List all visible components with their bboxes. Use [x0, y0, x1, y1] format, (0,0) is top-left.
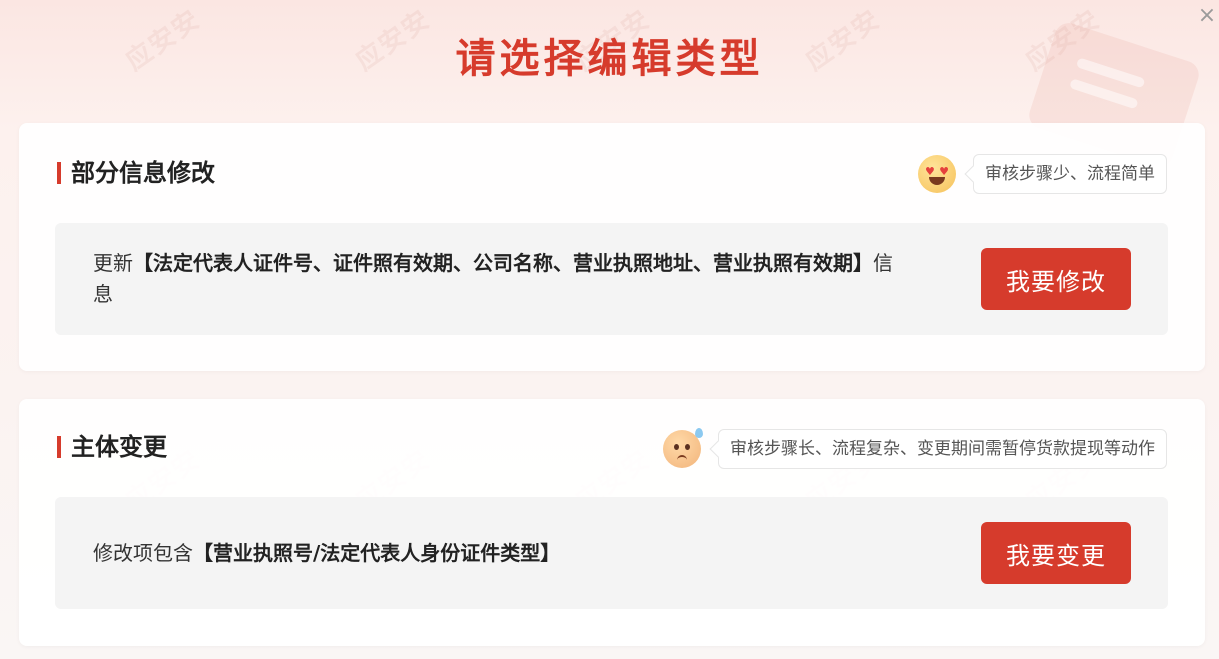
tip-bubble: ♥ ♥ 审核步骤少、流程简单: [918, 154, 1167, 194]
tip-text: 审核步骤长、流程复杂、变更期间需暂停货款提现等动作: [718, 429, 1167, 469]
description-panel: 修改项包含【营业执照号/法定代表人身份证件类型】 我要变更: [55, 497, 1168, 609]
tip-text: 审核步骤少、流程简单: [973, 154, 1167, 194]
description-fields: 【法定代表人证件号、证件照有效期、公司名称、营业执照地址、营业执照有效期】: [133, 251, 873, 275]
close-icon[interactable]: ×: [1197, 5, 1217, 27]
tip-bubble: 审核步骤长、流程复杂、变更期间需暂停货款提现等动作: [663, 428, 1167, 469]
description-text: 更新【法定代表人证件号、证件照有效期、公司名称、营业执照地址、营业执照有效期】信…: [93, 223, 893, 335]
description-panel: 更新【法定代表人证件号、证件照有效期、公司名称、营业执照地址、营业执照有效期】信…: [55, 223, 1168, 335]
description-text: 修改项包含【营业执照号/法定代表人身份证件类型】: [93, 497, 893, 609]
entity-change-card: 主体变更 审核步骤长、流程复杂、变更期间需暂停货款提现等动作 修改项包含【营业执…: [19, 399, 1205, 646]
modify-button[interactable]: 我要修改: [981, 248, 1131, 310]
section-title: 部分信息修改: [57, 158, 215, 188]
change-button[interactable]: 我要变更: [981, 522, 1131, 584]
section-title: 主体变更: [57, 432, 167, 462]
dialog-title: 请选择编辑类型: [455, 36, 764, 82]
heart-eyes-emoji-icon: ♥ ♥: [918, 155, 956, 193]
description-prefix: 修改项包含: [93, 540, 193, 565]
partial-info-edit-card: 部分信息修改 ♥ ♥ 审核步骤少、流程简单 更新【法定代表人证件号、证件照有效期、…: [19, 123, 1205, 371]
description-prefix: 更新: [93, 251, 133, 275]
description-fields: 【营业执照号/法定代表人身份证件类型】: [193, 540, 561, 565]
sweat-face-emoji-icon: [663, 428, 703, 468]
